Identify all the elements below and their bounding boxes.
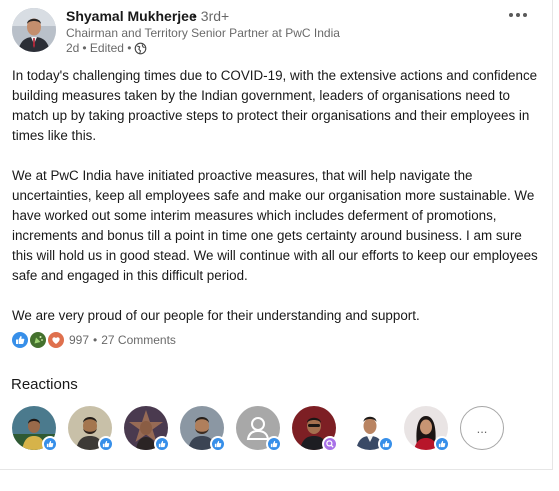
post-paragraph: We at PwC India have initiated proactive…	[12, 168, 538, 283]
social-counts[interactable]: 997 • 27 Comments	[12, 331, 176, 349]
reactor-avatar[interactable]	[12, 406, 58, 452]
globe-icon	[134, 42, 147, 55]
edited-label: • Edited •	[82, 41, 132, 55]
reactions-heading: Reactions	[11, 376, 78, 393]
like-icon	[98, 436, 114, 452]
like-icon	[12, 332, 28, 348]
post-time[interactable]: 2d	[66, 41, 79, 55]
like-icon	[210, 436, 226, 452]
like-icon	[378, 436, 394, 452]
connection-degree: • 3rd+	[192, 8, 230, 24]
reaction-count[interactable]: 997	[69, 333, 89, 347]
author-headline: Chairman and Territory Senior Partner at…	[66, 26, 340, 40]
celebrate-icon	[30, 332, 46, 348]
separator: •	[93, 333, 98, 347]
post-body: In today's challenging times due to COVI…	[12, 66, 542, 346]
like-icon	[266, 436, 282, 452]
reactor-avatar[interactable]	[292, 406, 338, 452]
reactor-avatar[interactable]	[236, 406, 282, 452]
author-name[interactable]: Shyamal Mukherjee	[66, 8, 197, 24]
more-options-icon[interactable]	[505, 6, 531, 24]
more-reactors-button[interactable]: ...	[460, 406, 504, 450]
post-meta: 2d • Edited •	[66, 41, 147, 55]
like-icon	[154, 436, 170, 452]
comments-count-link[interactable]: 27 Comments	[101, 333, 176, 347]
reactors-list: ...	[12, 406, 504, 452]
reactor-avatar[interactable]	[124, 406, 170, 452]
reactor-avatar[interactable]	[68, 406, 114, 452]
post-card: Shyamal Mukherjee • 3rd+ Chairman and Te…	[0, 0, 553, 470]
reactor-avatar[interactable]	[180, 406, 226, 452]
author-avatar[interactable]	[12, 8, 56, 52]
curious-icon	[322, 436, 338, 452]
like-icon	[42, 436, 58, 452]
love-icon	[48, 332, 64, 348]
reactor-avatar[interactable]	[348, 406, 394, 452]
post-paragraph: In today's challenging times due to COVI…	[12, 68, 538, 143]
post-paragraph: We are very proud of our people for thei…	[12, 308, 420, 323]
like-icon	[434, 436, 450, 452]
reactor-avatar[interactable]	[404, 406, 450, 452]
